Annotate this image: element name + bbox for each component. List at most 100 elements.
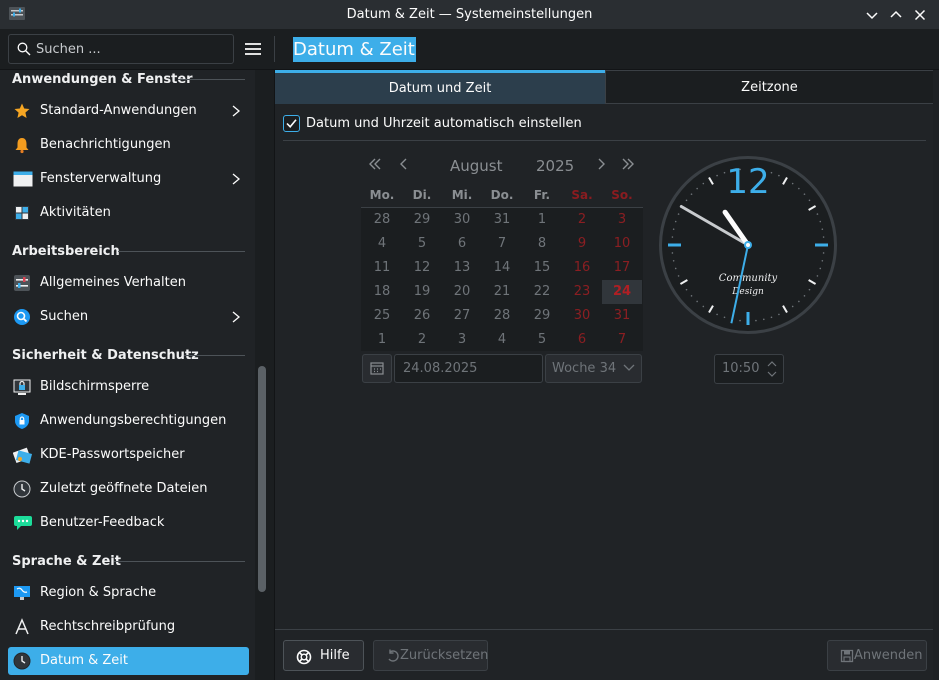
calendar-day[interactable]: 31 bbox=[482, 208, 522, 232]
search-input[interactable] bbox=[36, 39, 226, 59]
calendar-day[interactable]: 5 bbox=[402, 232, 442, 256]
calendar-day[interactable]: 13 bbox=[442, 256, 482, 280]
calendar-day[interactable]: 20 bbox=[442, 280, 482, 304]
search-icon bbox=[13, 308, 31, 326]
calendar-day[interactable]: 1 bbox=[362, 328, 402, 352]
maximize-button[interactable] bbox=[886, 5, 906, 25]
calendar-day[interactable]: 12 bbox=[402, 256, 442, 280]
calendar-month[interactable]: August bbox=[450, 157, 503, 177]
auto-set-checkbox[interactable] bbox=[283, 115, 300, 132]
tab-datum-und-zeit[interactable]: Datum und Zeit bbox=[275, 70, 605, 104]
sidebar-item-label: Benutzer-Feedback bbox=[40, 515, 165, 530]
calendar-day[interactable]: 28 bbox=[362, 208, 402, 232]
calendar-day[interactable]: 27 bbox=[442, 304, 482, 328]
calendar-day[interactable]: 7 bbox=[602, 328, 642, 352]
calendar-day[interactable]: 6 bbox=[562, 328, 602, 352]
calendar-day[interactable]: 16 bbox=[562, 256, 602, 280]
next-year-button[interactable] bbox=[621, 157, 635, 177]
calendar-day[interactable]: 8 bbox=[522, 232, 562, 256]
calendar-day[interactable]: 29 bbox=[522, 304, 562, 328]
sidebar-item-aktivitaeten[interactable]: Aktivitäten bbox=[8, 199, 249, 227]
calendar-day[interactable]: 4 bbox=[362, 232, 402, 256]
activities-icon bbox=[13, 204, 31, 222]
next-month-button[interactable] bbox=[594, 157, 608, 177]
sidebar-item-standard-anwendungen[interactable]: Standard-Anwendungen bbox=[8, 97, 249, 125]
calendar-day[interactable]: 23 bbox=[562, 280, 602, 304]
bell-icon bbox=[13, 136, 31, 154]
calendar-picker-button[interactable] bbox=[362, 354, 392, 383]
calendar-day[interactable]: 30 bbox=[562, 304, 602, 328]
sidebar-item-rechtschreibpruefung[interactable]: Rechtschreibprüfung bbox=[8, 613, 249, 641]
apply-button[interactable]: Anwenden bbox=[827, 640, 927, 671]
calendar-day[interactable]: 9 bbox=[562, 232, 602, 256]
calendar-day[interactable]: 24 bbox=[602, 280, 642, 304]
clock-minute-dot bbox=[685, 199, 688, 202]
menu-button[interactable] bbox=[241, 37, 265, 61]
close-button[interactable] bbox=[910, 5, 930, 25]
calendar-day[interactable]: 14 bbox=[482, 256, 522, 280]
window-edge bbox=[933, 70, 939, 680]
undo-icon bbox=[388, 649, 399, 662]
sidebar-item-fensterverwaltung[interactable]: Fensterverwaltung bbox=[8, 165, 249, 193]
search-field[interactable] bbox=[8, 34, 234, 64]
calendar-day[interactable]: 25 bbox=[362, 304, 402, 328]
sidebar-item-zuletzt-geoeffnete-dateien[interactable]: Zuletzt geöffnete Dateien bbox=[8, 475, 249, 503]
sidebar-item-kde-passwortspeicher[interactable]: KDE-Passwortspeicher bbox=[8, 441, 249, 469]
calendar-day[interactable]: 7 bbox=[482, 232, 522, 256]
sidebar-item-label: Region & Sprache bbox=[40, 585, 157, 600]
sidebar-scrollbar[interactable] bbox=[258, 366, 266, 592]
sidebar-item-region-sprache[interactable]: Region & Sprache bbox=[8, 579, 249, 607]
lifebuoy-icon bbox=[296, 649, 312, 665]
sidebar-item-datum-zeit[interactable]: Datum & Zeit bbox=[8, 647, 249, 675]
calendar-day[interactable]: 31 bbox=[602, 304, 642, 328]
calendar-day[interactable]: 18 bbox=[362, 280, 402, 304]
calendar-day[interactable]: 3 bbox=[602, 208, 642, 232]
week-select[interactable]: Woche 34 bbox=[545, 354, 642, 383]
weekday-label: Di. bbox=[412, 188, 432, 202]
calendar-day[interactable]: 19 bbox=[402, 280, 442, 304]
calendar-day[interactable]: 1 bbox=[522, 208, 562, 232]
help-button[interactable]: Hilfe bbox=[283, 640, 364, 671]
calendar-day[interactable]: 4 bbox=[482, 328, 522, 352]
weekday-label: Mi. bbox=[451, 188, 473, 202]
calendar-day[interactable]: 26 bbox=[402, 304, 442, 328]
calendar-day[interactable]: 29 bbox=[402, 208, 442, 232]
previous-year-button[interactable] bbox=[368, 157, 382, 177]
calendar-day[interactable]: 22 bbox=[522, 280, 562, 304]
sidebar-item-label: Zuletzt geöffnete Dateien bbox=[40, 481, 208, 496]
calendar-day[interactable]: 2 bbox=[562, 208, 602, 232]
clock-minute-dot bbox=[672, 228, 675, 230]
calendar-grid: 28 29 30 31 1 2 3 4 5 6 7 8 9 10 11 12 13 14 15 16 17 18 19 20 2… bbox=[361, 207, 643, 351]
clock-minute-dot bbox=[723, 171, 726, 174]
calendar-day[interactable]: 11 bbox=[362, 256, 402, 280]
sidebar-item-label: KDE-Passwortspeicher bbox=[40, 447, 185, 462]
calendar-day[interactable]: 30 bbox=[442, 208, 482, 232]
sidebar-item-anwendungsberechtigungen[interactable]: Anwendungsberechtigungen bbox=[8, 407, 249, 435]
calendar-day[interactable]: 3 bbox=[442, 328, 482, 352]
calendar-day[interactable]: 21 bbox=[482, 280, 522, 304]
sidebar-item-benutzer-feedback[interactable]: Benutzer-Feedback bbox=[8, 509, 249, 537]
calendar-day[interactable]: 10 bbox=[602, 232, 642, 256]
calendar-icon bbox=[370, 362, 384, 375]
calendar-day[interactable]: 17 bbox=[602, 256, 642, 280]
calendar-day[interactable]: 2 bbox=[402, 328, 442, 352]
clock-minute-dot bbox=[674, 220, 677, 223]
calendar-day[interactable]: 5 bbox=[522, 328, 562, 352]
sidebar-item-suchen[interactable]: Suchen bbox=[8, 303, 249, 331]
minimize-button[interactable] bbox=[862, 5, 882, 25]
sidebar-item-bildschirmsperre[interactable]: Bildschirmsperre bbox=[8, 373, 249, 401]
calendar-day[interactable]: 28 bbox=[482, 304, 522, 328]
calendar-day[interactable]: 6 bbox=[442, 232, 482, 256]
tab-zeitzone[interactable]: Zeitzone bbox=[605, 70, 934, 104]
reset-button[interactable]: Zurücksetzen bbox=[373, 640, 488, 671]
calendar-year[interactable]: 2025 bbox=[536, 157, 574, 177]
sidebar-item-allgemeines-verhalten[interactable]: Allgemeines Verhalten bbox=[8, 269, 249, 297]
sidebar-item-benachrichtigungen[interactable]: Benachrichtigungen bbox=[8, 131, 249, 159]
date-input[interactable]: 24.08.2025 bbox=[394, 354, 543, 383]
clock-brand-line2: Design bbox=[731, 287, 764, 297]
spin-arrows-icon[interactable] bbox=[766, 359, 778, 379]
clock-minute-dot bbox=[702, 182, 705, 185]
time-input[interactable]: 10:50 bbox=[714, 354, 784, 384]
previous-month-button[interactable] bbox=[397, 157, 411, 177]
calendar-day[interactable]: 15 bbox=[522, 256, 562, 280]
